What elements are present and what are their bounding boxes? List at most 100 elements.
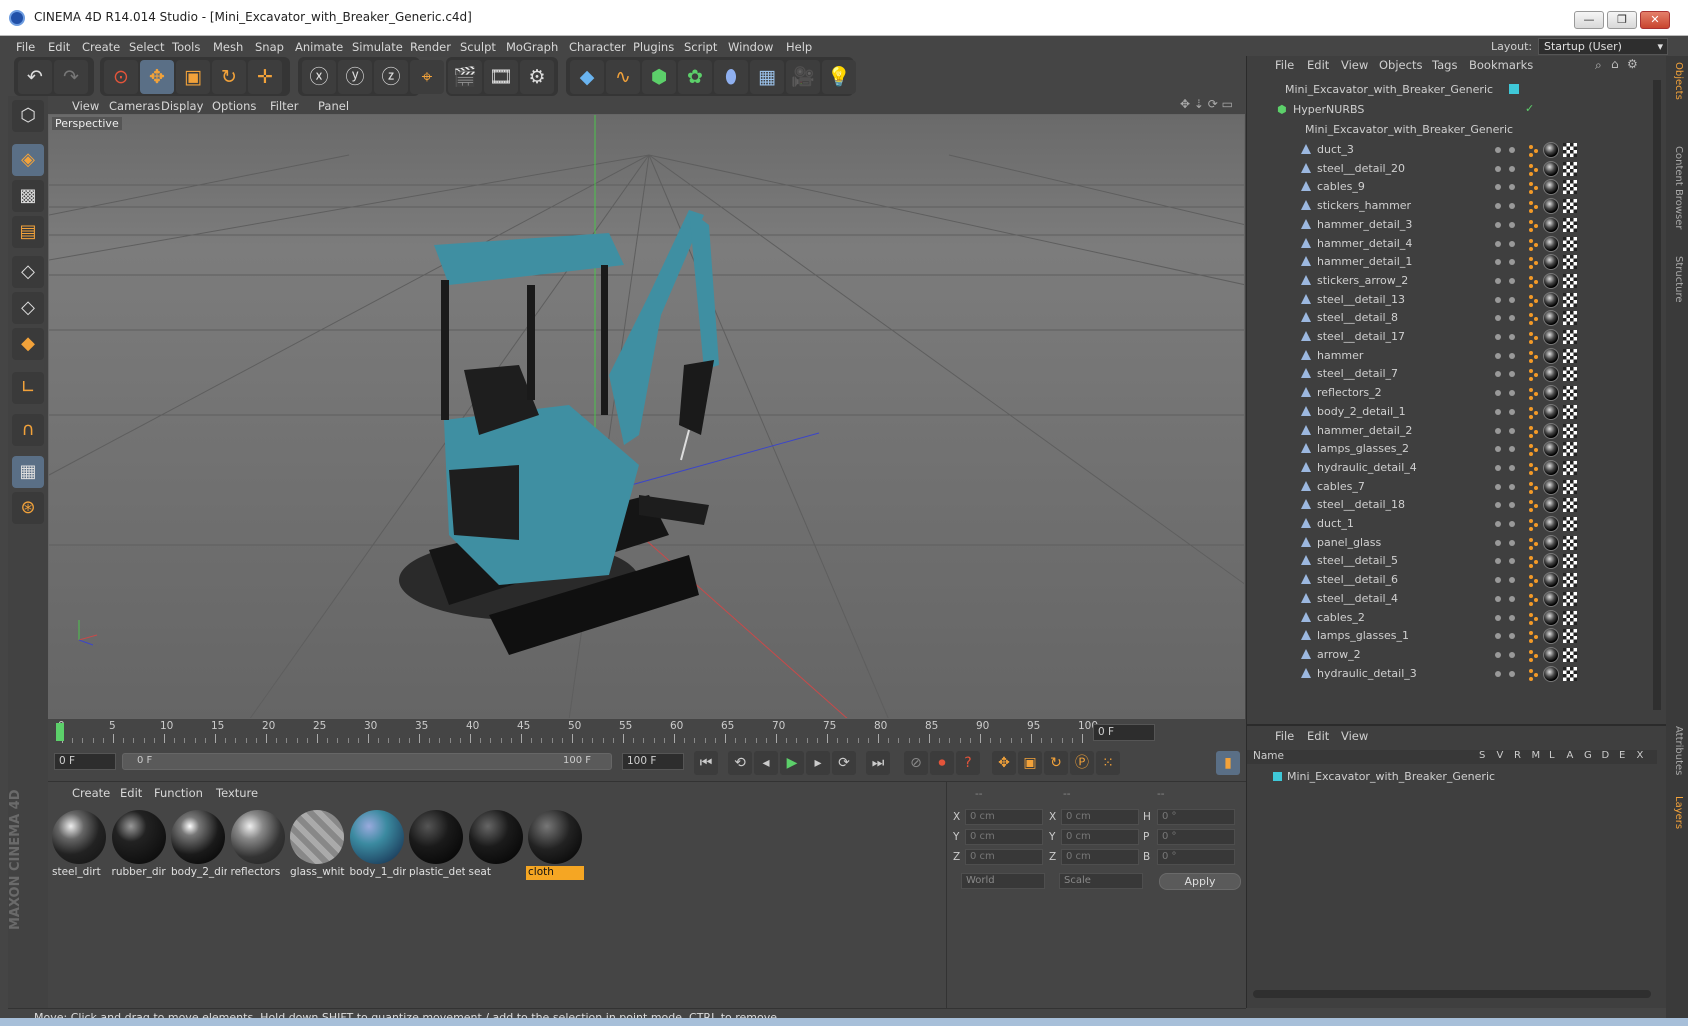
tab-layers[interactable]: Layers <box>1673 796 1684 829</box>
floor-icon[interactable]: ▦ <box>750 60 784 94</box>
size-y-field[interactable]: 0 cm <box>1061 829 1139 845</box>
texture-tag-icon[interactable] <box>1563 423 1577 438</box>
spline-icon[interactable]: ∿ <box>606 60 640 94</box>
render-visibility-dot[interactable] <box>1509 184 1515 191</box>
editor-visibility-dot[interactable] <box>1495 147 1501 153</box>
layer-col-flag[interactable]: V <box>1497 750 1504 761</box>
material-plastic-det[interactable]: plastic_det <box>407 808 465 882</box>
texture-tag-icon[interactable] <box>1563 629 1577 644</box>
menu-render[interactable]: Render <box>410 40 451 54</box>
current-frame-field[interactable]: 0 F <box>1093 724 1155 741</box>
phong-tag-icon[interactable] <box>1529 517 1539 531</box>
rotate-icon[interactable]: ↻ <box>212 60 246 94</box>
material-tag-icon[interactable] <box>1543 497 1559 514</box>
material-tag-icon[interactable] <box>1543 628 1559 645</box>
snapping-icon[interactable]: ⊛ <box>12 492 44 524</box>
menu-animate[interactable]: Animate <box>295 40 343 54</box>
rotation-b-field[interactable]: 0 ° <box>1157 849 1235 865</box>
phong-tag-icon[interactable] <box>1529 293 1539 307</box>
editor-visibility-dot[interactable] <box>1495 390 1501 397</box>
nurbs-icon[interactable]: ⬢ <box>642 60 676 94</box>
home-icon[interactable]: ⌂ <box>1611 57 1619 71</box>
layer-col-flag[interactable]: M <box>1532 750 1541 761</box>
editor-visibility-dot[interactable] <box>1495 502 1501 509</box>
workplane-icon[interactable]: ▤ <box>12 216 44 248</box>
viewport-menu-panel[interactable]: Panel <box>318 99 349 113</box>
phong-tag-icon[interactable] <box>1529 199 1539 214</box>
material-menu-texture[interactable]: Texture <box>216 786 258 800</box>
phong-tag-icon[interactable] <box>1529 162 1539 176</box>
apply-button[interactable]: Apply <box>1159 873 1241 890</box>
key-rotation-icon[interactable]: ↻ <box>1044 751 1068 775</box>
texture-tag-icon[interactable] <box>1563 460 1577 475</box>
layer-row[interactable]: Mini_Excavator_with_Breaker_Generic <box>1247 768 1657 786</box>
object-row[interactable]: panel_glass <box>1247 533 1657 553</box>
render-visibility-dot[interactable] <box>1509 558 1515 565</box>
menu-snap[interactable]: Snap <box>255 40 284 54</box>
render-visibility-dot[interactable] <box>1509 334 1515 340</box>
material-tag-icon[interactable] <box>1543 198 1559 215</box>
phong-tag-icon[interactable] <box>1529 367 1539 382</box>
object-row[interactable]: steel__detail_17 <box>1247 327 1657 347</box>
phong-tag-icon[interactable] <box>1529 311 1539 326</box>
redo-icon[interactable]: ↷ <box>54 60 88 94</box>
material-tag-icon[interactable] <box>1543 459 1559 476</box>
menu-edit[interactable]: Edit <box>48 40 70 54</box>
render-visibility-dot[interactable] <box>1509 633 1515 640</box>
end-frame-field[interactable]: 100 F <box>622 753 684 770</box>
render-visibility-dot[interactable] <box>1509 651 1515 658</box>
phong-tag-icon[interactable] <box>1529 218 1539 232</box>
object-row[interactable]: hammer_detail_3 <box>1247 215 1657 235</box>
layers-scrollbar[interactable] <box>1253 990 1651 998</box>
scale-icon[interactable]: ▣ <box>176 60 210 94</box>
object-row[interactable]: cables_9 <box>1247 177 1657 197</box>
layer-col-flag[interactable]: E <box>1619 750 1625 761</box>
object-row[interactable]: lamps_glasses_1 <box>1247 626 1657 646</box>
material-tag-icon[interactable] <box>1543 142 1559 158</box>
phong-tag-icon[interactable] <box>1529 592 1539 606</box>
material-tag-icon[interactable] <box>1543 665 1559 682</box>
viewport-menu-display[interactable]: Display <box>161 99 203 113</box>
menu-select[interactable]: Select <box>129 40 164 54</box>
material-tag-icon[interactable] <box>1543 179 1559 196</box>
layers-menu-edit[interactable]: Edit <box>1307 729 1329 743</box>
object-row[interactable]: lamps_glasses_2 <box>1247 439 1657 459</box>
timeline-window-icon[interactable]: ▮ <box>1216 751 1240 775</box>
phong-tag-icon[interactable] <box>1529 667 1539 681</box>
object-row[interactable]: hydraulic_detail_4 <box>1247 458 1657 478</box>
material-tag-icon[interactable] <box>1543 254 1559 271</box>
z-axis-lock-icon[interactable]: ⓩ <box>374 60 408 94</box>
material-tag-icon[interactable] <box>1543 478 1559 495</box>
objects-scrollbar[interactable] <box>1653 80 1661 710</box>
objects-menu-edit[interactable]: Edit <box>1307 58 1329 72</box>
render-visibility-dot[interactable] <box>1509 315 1515 322</box>
render-picture-viewer-icon[interactable]: 🎞 <box>484 60 518 94</box>
next-frame-icon[interactable]: ▸ <box>806 751 830 775</box>
editor-visibility-dot[interactable] <box>1495 558 1501 565</box>
material-steel-dirt[interactable]: steel_dirt <box>50 808 108 882</box>
recent-tool-icon[interactable]: ✛ <box>248 60 282 94</box>
material-body-1-dir[interactable]: body_1_dir <box>348 808 406 882</box>
viewport-menu-filter[interactable]: Filter <box>270 99 298 113</box>
render-visibility-dot[interactable] <box>1509 390 1515 397</box>
object-row[interactable]: steel__detail_7 <box>1247 364 1657 384</box>
undo-icon[interactable]: ↶ <box>18 60 52 94</box>
layer-col-flag[interactable]: R <box>1514 750 1521 761</box>
object-row-group[interactable]: Mini_Excavator_with_Breaker_Generic <box>1247 120 1657 140</box>
key-position-icon[interactable]: ✥ <box>992 751 1016 775</box>
material-tag-icon[interactable] <box>1543 272 1559 289</box>
transform-mode-select[interactable]: Scale <box>1059 873 1143 889</box>
motion-path-icon[interactable]: ⊘ <box>904 751 928 775</box>
go-to-end-icon[interactable]: ⏭ <box>866 751 890 775</box>
editor-visibility-dot[interactable] <box>1495 296 1501 303</box>
camera-icon[interactable]: 🎥 <box>786 60 820 94</box>
object-row[interactable]: steel__detail_18 <box>1247 495 1657 515</box>
texture-tag-icon[interactable] <box>1563 404 1577 419</box>
editor-visibility-dot[interactable] <box>1495 165 1501 172</box>
phong-tag-icon[interactable] <box>1529 424 1539 438</box>
render-visibility-dot[interactable] <box>1509 483 1515 490</box>
editor-visibility-dot[interactable] <box>1495 408 1501 415</box>
tab-objects[interactable]: Objects <box>1673 62 1684 100</box>
editor-visibility-dot[interactable] <box>1495 521 1501 527</box>
texture-tag-icon[interactable] <box>1563 292 1577 307</box>
